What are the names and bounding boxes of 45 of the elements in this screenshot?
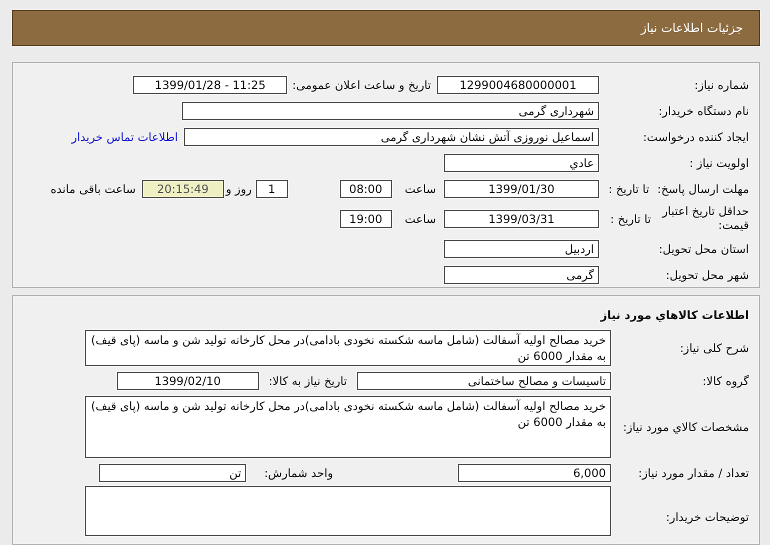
input-field[interactable]: تاسیسات و مصالح ساختمانی <box>357 372 611 390</box>
input-field[interactable]: تن <box>99 464 246 482</box>
contact-link[interactable]: اطلاعات تماس خریدار <box>71 130 178 144</box>
section-title: اطلاعات کالاهاي مورد نياز <box>599 307 750 324</box>
field-label: حداقل تاریخ اعتبار قیمت: <box>660 205 749 233</box>
input-field[interactable]: 6,000 <box>458 464 611 482</box>
field-label: تا تاریخ : <box>608 182 650 196</box>
countdown-field: 20:15:49 <box>142 180 224 198</box>
field-label: تا تاریخ : <box>610 212 651 226</box>
field-label: شرح کلی نیاز: <box>680 341 749 355</box>
input-field[interactable]: اسماعیل نوروزی آتش نشان شهرداری گرمی <box>184 128 599 146</box>
field-label: مشخصات کالاي مورد نیاز: <box>622 420 749 434</box>
input-field[interactable]: اردبیل <box>444 240 599 258</box>
field-label: روز و <box>226 182 252 196</box>
input-field[interactable]: 08:00 <box>340 180 392 198</box>
field-label: نام دستگاه خریدار: <box>658 104 749 118</box>
input-field[interactable]: شهرداری گرمی <box>182 102 599 120</box>
field-label: استان محل تحویل: <box>658 242 749 256</box>
page-title: جزئیات اطلاعات نیاز <box>640 21 743 35</box>
input-field[interactable]: گرمی <box>444 266 599 284</box>
input-field[interactable]: 1399/01/30 <box>444 180 599 198</box>
input-field[interactable]: عادي <box>444 154 599 172</box>
field-label: توضیحات خریدار: <box>666 510 749 524</box>
text-area[interactable]: خرید مصالح اولیه آسفالت (شامل ماسه شکسته نخودی بادامی)در محل کارخانه تولید شن و ماسه (پای قیف) به مقدار 6000 تن <box>85 330 611 366</box>
text-area[interactable] <box>85 486 611 536</box>
field-label: ساعت <box>404 182 436 196</box>
field-label: اولویت نیاز : <box>689 156 749 170</box>
input-field[interactable]: 1399/02/10 <box>116 372 259 390</box>
field-label: ایجاد کننده درخواست: <box>643 130 749 144</box>
field-label: واحد شمارش: <box>264 466 333 480</box>
input-field[interactable]: 1299004680000001 <box>437 76 599 94</box>
input-field[interactable]: 1399/03/31 <box>444 210 599 228</box>
input-field[interactable]: 19:00 <box>340 210 392 228</box>
field-label: شهر محل تحویل: <box>666 268 749 282</box>
field-label: شماره نیاز: <box>694 78 749 92</box>
field-label: تاریخ نیاز به کالا: <box>268 374 347 388</box>
text-area[interactable]: خرید مصالح اولیه آسفالت (شامل ماسه شکسته نخودی بادامی)در محل کارخانه تولید شن و ماسه (پای قیف) به مقدار 6000 تن <box>85 396 611 458</box>
field-label: تاریخ و ساعت اعلان عمومی: <box>292 78 431 92</box>
field-label: تعداد / مقدار مورد نیاز: <box>638 466 749 480</box>
input-field[interactable]: 1399/01/28 - 11:25 <box>133 76 288 94</box>
field-label: ساعت <box>404 212 436 226</box>
input-field[interactable]: 1 <box>256 180 288 198</box>
field-label: ساعت باقی مانده <box>50 182 136 196</box>
field-label: گروه کالا: <box>702 374 749 388</box>
field-label: مهلت ارسال پاسخ: <box>657 182 749 196</box>
